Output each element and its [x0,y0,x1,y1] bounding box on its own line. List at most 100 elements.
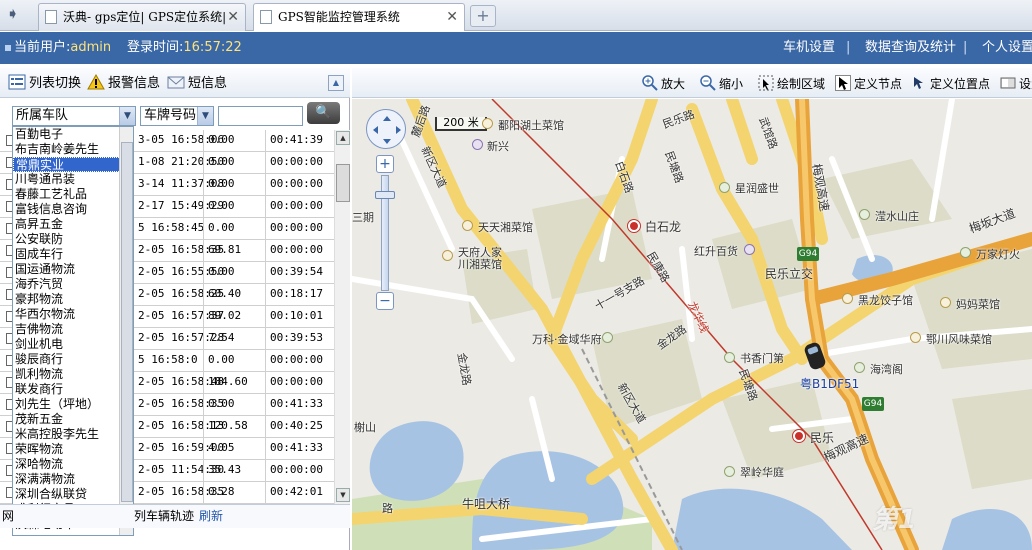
dropdown-option[interactable]: 华西尔物流 [13,307,121,322]
define-node-label: 定义节点 [854,77,903,91]
zoom-slider-handle[interactable] [375,191,395,199]
collapse-up-icon[interactable]: ▲ [328,75,344,91]
dropdown-option[interactable]: 米高控股李先生 [13,427,121,442]
dropdown-option[interactable]: 常鼎实业 [13,157,121,172]
menu-device-settings[interactable]: 车机设置 [783,32,835,64]
map-label-cuiling: 翠岭华庭 [740,466,784,479]
dropdown-option[interactable]: 茂新五金 [13,412,121,427]
dropdown-option[interactable]: 海乔汽贸 [13,277,121,292]
list-switch-button[interactable]: 列表切换 [8,74,81,93]
chevron-down-icon: ▼ [197,107,213,125]
scroll-down-icon[interactable]: ▼ [336,488,350,502]
cell-duration: 00:18:17 [270,287,323,300]
dropdown-option[interactable]: 高昇五金 [13,217,121,232]
map-label-wanjia: 万家灯火 [976,248,1020,261]
cell-speed: 0.00 [208,133,235,146]
dropdown-option[interactable]: 公安联防 [13,232,121,247]
building-icon [719,182,730,193]
app-header: 当前用户:admin 登录时间:16:57:22 车机设置 | 数据查询及统计 … [0,32,1032,64]
map-toolbar: 放大 缩小 绘制区域 定义节点 定义位置点 设置 [352,68,1032,98]
dropdown-option[interactable]: 刘先生（坪地） [13,397,121,412]
bottom-bar: 网 列车辆轨迹 刷新 [0,504,350,528]
new-tab-button[interactable]: + [470,5,496,27]
back-arrow-icon[interactable]: ➧ [6,5,28,23]
dropdown-option[interactable]: 骏辰商行 [13,352,121,367]
dropdown-option[interactable]: 吉佛物流 [13,322,121,337]
define-location-button[interactable]: 定义位置点 [911,75,990,92]
dropdown-option[interactable]: 富钱信息咨询 [13,202,121,217]
cell-duration: 00:41:33 [270,441,323,454]
menu-personal-settings[interactable]: 个人设置 [982,32,1032,64]
building-icon [859,209,870,220]
dropdown-option[interactable]: 国运通物流 [13,262,121,277]
restaurant-icon [462,220,473,231]
vehicle-car-icon[interactable] [804,341,826,371]
zoom-in-control[interactable]: + [376,155,394,173]
dropdown-option[interactable]: 豪邦物流 [13,292,121,307]
page-icon [45,10,57,24]
dropdown-option[interactable]: 百勤电子 [13,127,121,142]
scroll-thumb[interactable] [336,164,350,202]
alarm-info-button[interactable]: 报警信息 [87,74,160,93]
dropdown-scrollbar[interactable] [119,127,133,535]
dropdown-option[interactable]: 深哈物流 [13,457,121,472]
pan-arrows-icon [373,116,401,144]
dropdown-option[interactable]: 春藤工艺礼品 [13,187,121,202]
vehicle-plate-label[interactable]: 粤B1DF51 [800,375,859,392]
table-scrollbar[interactable]: ▲ ▼ [334,130,350,504]
search-input[interactable] [218,106,303,126]
scroll-thumb[interactable] [121,142,133,502]
cursor-icon [835,75,851,91]
dropdown-option[interactable]: 固成车行 [13,247,121,262]
close-tab-icon[interactable]: ✕ [227,4,239,30]
zoom-out-control[interactable]: − [376,292,394,310]
dropdown-option[interactable]: 布吉南岭姜先生 [13,142,121,157]
menu-data-query[interactable]: 数据查询及统计 [865,32,956,64]
zoom-out-button[interactable]: 缩小 [700,75,743,92]
cell-speed: 0.00 [208,199,235,212]
browser-tab-2[interactable]: GPS智能监控管理系统 ✕ [253,3,465,31]
search-button[interactable]: 🔍 [307,102,340,124]
browser-tab-1[interactable]: 沃典- gps定位| GPS定位系统| ✕ [38,3,246,31]
draw-area-button[interactable]: 绘制区域 [758,75,825,92]
menu-separator: | [963,40,968,55]
close-tab-icon[interactable]: ✕ [446,4,458,30]
cell-speed: 7.54 [208,331,235,344]
building-icon [960,247,971,258]
settings-icon [1000,77,1016,89]
map-label-lu: 路 [382,502,393,515]
pan-control[interactable] [366,109,406,149]
map-scale: 200 米 [435,117,487,131]
cell-speed: 89.02 [208,309,242,322]
map-label-mama: 妈妈菜馆 [956,298,1000,311]
dropdown-option[interactable]: 凯利物流 [13,367,121,382]
dropdown-option[interactable]: 深满满物流 [13,472,121,487]
track-link[interactable]: 列车辆轨迹 [134,505,194,527]
dropdown-option[interactable]: 深圳合纵联贷 [13,487,121,502]
zoom-in-button[interactable]: 放大 [642,75,685,92]
dropdown-option[interactable]: 荣晖物流 [13,442,121,457]
search-icon: 🔍 [315,105,332,120]
map-label-eyang: 鄂川风味菜馆 [926,333,992,346]
building-icon [602,332,613,343]
zoom-in-label: 放大 [661,77,686,91]
fleet-dropdown-list[interactable]: 百勤电子 布吉南岭姜先生 常鼎实业 川粤通吊装 春藤工艺礼品 富钱信息咨询 高昇五金 公安联防… [12,126,134,536]
map-view[interactable]: + − 200 米 鄱阳湖土菜馆 新兴 天天湘菜馆 天府人家 川湘菜馆 白石龙 … [352,99,1032,550]
refresh-link[interactable]: 刷新 [199,505,223,527]
define-node-button[interactable]: 定义节点 [835,75,902,92]
sms-button[interactable]: 短信息 [167,74,227,93]
map-label-tiantian: 天天湘菜馆 [478,221,533,234]
zoom-in-icon [642,75,658,91]
browser-tab-2-title: GPS智能监控管理系统 [278,10,400,24]
scroll-up-icon[interactable]: ▲ [336,131,350,145]
plate-select[interactable]: 车牌号码 ▼ [140,106,214,126]
dropdown-option[interactable]: … [13,532,121,535]
dropdown-option[interactable]: 剑业机电 [13,337,121,352]
fleet-select[interactable]: 所属车队 ▼ [12,106,136,126]
shop-icon [744,244,755,255]
menu-separator: | [846,40,851,55]
dropdown-option[interactable]: 川粤通吊装 [13,172,121,187]
dropdown-option[interactable]: 联发商行 [13,382,121,397]
cell-time: 5 16:58:45 [138,221,205,234]
settings-button[interactable]: 设置 [1000,75,1032,92]
